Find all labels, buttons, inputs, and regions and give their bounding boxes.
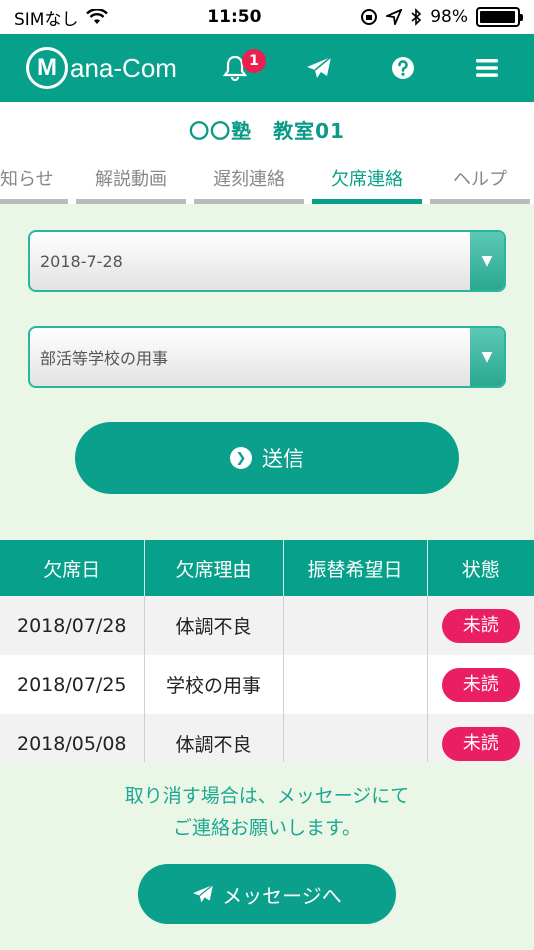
battery-percent: 98% — [430, 7, 468, 27]
header-absence-date: 欠席日 — [0, 540, 145, 596]
cell-date: 2018/07/25 — [0, 655, 145, 714]
tab-absence-notice[interactable]: 欠席連絡 — [312, 156, 422, 204]
logo-mark: M — [26, 47, 68, 89]
logo-text: ana-Com — [70, 52, 177, 83]
status-right: 98% — [360, 7, 523, 27]
go-to-messages-label: メッセージへ — [222, 883, 342, 908]
tab-bar: 知らせ 解説動画 遅刻連絡 欠席連絡 ヘルプ — [0, 156, 534, 204]
tab-label: 欠席連絡 — [331, 168, 403, 190]
unread-badge: 未読 — [441, 608, 520, 643]
cell-reason: 体調不良 — [144, 714, 284, 762]
absence-table: 欠席日 欠席理由 振替希望日 状態 2018/07/28 体調不良 未読 201… — [0, 540, 534, 762]
cell-reason: 学校の用事 — [144, 655, 284, 714]
cancel-note-line2: ご連絡お願いします。 — [172, 817, 362, 839]
notification-badge: 1 — [242, 49, 266, 73]
cell-date: 2018/07/28 — [0, 596, 145, 655]
send-message-button[interactable] — [304, 53, 334, 83]
unread-badge: 未読 — [441, 667, 520, 702]
wifi-icon — [86, 9, 109, 24]
status-bar: SIMなし 11:50 98% — [0, 0, 534, 34]
cell-status: 未読 — [427, 655, 534, 714]
help-button[interactable] — [388, 53, 418, 83]
absence-history-table[interactable]: 欠席日 欠席理由 振替希望日 状態 2018/07/28 体調不良 未読 201… — [0, 540, 534, 762]
cell-status: 未読 — [427, 714, 534, 762]
tab-late-notice[interactable]: 遅刻連絡 — [194, 156, 304, 204]
go-to-messages-button[interactable]: メッセージへ — [138, 864, 396, 924]
chevron-right-circle-icon: ❯ — [230, 447, 252, 469]
notification-button[interactable]: 1 — [220, 49, 266, 83]
table-row[interactable]: 2018/07/25 学校の用事 未読 — [0, 655, 534, 714]
hamburger-icon — [476, 59, 498, 77]
tab-explanation-videos[interactable]: 解説動画 — [76, 156, 186, 204]
cell-date: 2018/05/08 — [0, 714, 145, 762]
cell-makeup — [283, 714, 428, 762]
header-icons: 1 — [220, 49, 502, 83]
header-makeup-date: 振替希望日 — [283, 540, 428, 596]
cell-makeup — [283, 655, 428, 714]
dropdown-arrow-icon[interactable]: ▼ — [470, 232, 504, 290]
location-icon — [386, 9, 403, 25]
absence-reason-value: 部活等学校の用事 — [40, 349, 169, 368]
school-title: 〇〇塾 教室01 — [189, 118, 345, 143]
absence-form: 2018-7-28 ▼ 部活等学校の用事 ▼ ❯ 送信 — [0, 204, 534, 494]
bluetooth-icon — [411, 8, 422, 26]
send-button[interactable]: ❯ 送信 — [75, 422, 459, 494]
question-icon — [392, 57, 414, 79]
table-header-row: 欠席日 欠席理由 振替希望日 状態 — [0, 540, 534, 596]
orientation-lock-icon — [361, 9, 378, 25]
tab-label: 知らせ — [0, 168, 54, 190]
paper-plane-icon — [307, 56, 332, 78]
app-logo[interactable]: M ana-Com — [26, 47, 177, 89]
tab-notices[interactable]: 知らせ — [0, 156, 68, 204]
tab-help[interactable]: ヘルプ — [430, 156, 530, 204]
absence-reason-select[interactable]: 部活等学校の用事 ▼ — [28, 326, 506, 388]
status-time: 11:50 — [207, 7, 262, 27]
cell-makeup — [283, 596, 428, 655]
unread-badge: 未読 — [441, 726, 520, 761]
dropdown-arrow-icon[interactable]: ▼ — [470, 328, 504, 386]
menu-button[interactable] — [472, 53, 502, 83]
table-row[interactable]: 2018/07/28 体調不良 未読 — [0, 596, 534, 655]
tab-label: 遅刻連絡 — [213, 168, 285, 190]
absence-date-select[interactable]: 2018-7-28 ▼ — [28, 230, 506, 292]
paper-plane-icon — [193, 884, 214, 903]
tab-label: 解説動画 — [95, 168, 167, 190]
cancel-note: 取り消す場合は、メッセージにて ご連絡お願いします。 — [0, 780, 534, 844]
cancel-note-line1: 取り消す場合は、メッセージにて — [124, 785, 410, 807]
send-button-label: 送信 — [262, 447, 304, 471]
header-absence-reason: 欠席理由 — [144, 540, 284, 596]
cell-status: 未読 — [427, 596, 534, 655]
header-status: 状態 — [427, 540, 534, 596]
absence-date-value: 2018-7-28 — [40, 251, 123, 271]
table-row[interactable]: 2018/05/08 体調不良 未読 — [0, 714, 534, 762]
app-header: M ana-Com 1 — [0, 34, 534, 102]
tab-label: ヘルプ — [453, 168, 507, 190]
carrier-label: SIMなし — [14, 9, 79, 30]
cell-reason: 体調不良 — [144, 596, 284, 655]
battery-fill — [480, 11, 516, 23]
battery-icon — [476, 7, 523, 27]
school-title-bar: 〇〇塾 教室01 — [0, 102, 534, 156]
status-left: SIMなし — [14, 5, 109, 30]
